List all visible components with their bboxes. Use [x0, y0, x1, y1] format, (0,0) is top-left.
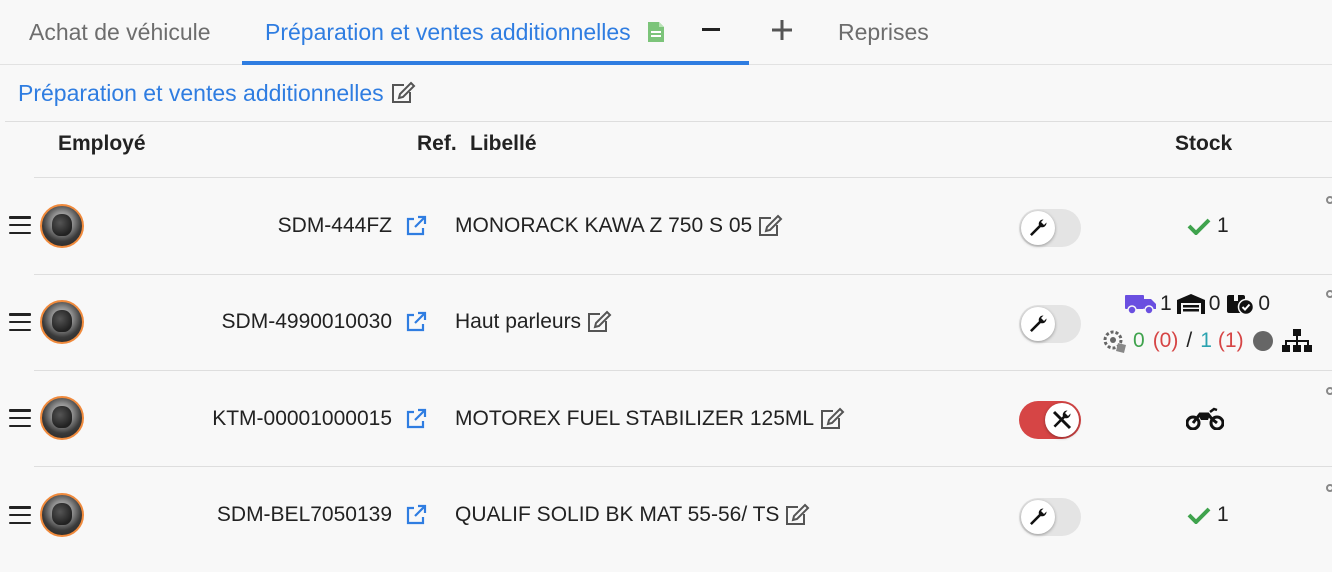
- table-row[interactable]: SDM-444FZ MONORACK KAWA Z 750 S 05 1: [0, 178, 1332, 275]
- drag-handle-icon[interactable]: [9, 506, 31, 524]
- workshop-toggle[interactable]: [1019, 401, 1081, 439]
- external-link-icon[interactable]: [405, 504, 427, 526]
- row-option-icon[interactable]: [1326, 290, 1332, 298]
- item-label[interactable]: MOTOREX FUEL STABILIZER 125ML: [455, 407, 845, 431]
- row-option-icon[interactable]: [1326, 196, 1332, 204]
- warehouse-icon: [1176, 293, 1206, 315]
- external-link-icon[interactable]: [405, 311, 427, 333]
- workshop-toggle[interactable]: [1019, 305, 1081, 343]
- stock-detail-bottom: 0 (0) / 1 (1): [1101, 328, 1312, 354]
- wrench-icon: [1021, 211, 1055, 245]
- tab-bar: Achat de véhicule Préparation et ventes …: [0, 0, 1332, 65]
- minus-icon[interactable]: [696, 14, 726, 46]
- gear-tag-icon: [1101, 328, 1129, 354]
- external-link-icon[interactable]: [405, 215, 427, 237]
- item-label-text: MOTOREX FUEL STABILIZER 125ML: [455, 407, 815, 430]
- item-ref: KTM-00001000015: [212, 407, 392, 430]
- column-header-label[interactable]: Libellé: [470, 132, 537, 156]
- active-tab-indicator: [242, 61, 749, 65]
- drag-handle-icon[interactable]: [9, 313, 31, 331]
- check-icon: [1187, 506, 1211, 524]
- motorcycle-icon: [1186, 406, 1224, 430]
- item-label[interactable]: Haut parleurs: [455, 310, 612, 334]
- stock-separator: /: [1186, 329, 1193, 352]
- item-label-text: MONORACK KAWA Z 750 S 05: [455, 214, 753, 237]
- section-title[interactable]: Préparation et ventes additionnelles: [18, 77, 416, 109]
- edit-icon[interactable]: [819, 407, 845, 431]
- avatar: [40, 300, 84, 344]
- item-label-text: QUALIF SOLID BK MAT 55-56/ TS: [455, 503, 780, 526]
- item-ref: SDM-4990010030: [221, 310, 392, 333]
- avatar: [40, 396, 84, 440]
- item-label[interactable]: MONORACK KAWA Z 750 S 05: [455, 214, 783, 238]
- column-header-stock[interactable]: Stock: [1175, 132, 1232, 156]
- hierarchy-icon[interactable]: [1281, 328, 1312, 354]
- edit-icon[interactable]: [757, 214, 783, 238]
- row-option-icon[interactable]: [1326, 484, 1332, 492]
- avatar: [40, 493, 84, 537]
- file-sheet-icon[interactable]: [647, 21, 665, 43]
- item-ref: SDM-BEL7050139: [216, 503, 392, 526]
- section-title-text: Préparation et ventes additionnelles: [18, 79, 384, 106]
- stock-ordered: 1: [1200, 329, 1212, 352]
- plus-icon[interactable]: [767, 14, 797, 46]
- stock-warehouse: 0: [1208, 292, 1221, 315]
- edit-icon[interactable]: [390, 81, 416, 105]
- wrench-icon: [1021, 307, 1055, 341]
- item-label[interactable]: QUALIF SOLID BK MAT 55-56/ TS: [455, 503, 810, 527]
- stock-detail-top: 1 0 0: [1125, 292, 1270, 316]
- tab-label: Préparation et ventes additionnelles: [265, 18, 631, 45]
- table-row[interactable]: SDM-4990010030 Haut parleurs 1 0 0 0 (0)…: [0, 274, 1332, 371]
- stock-quantity: 1: [1217, 214, 1229, 237]
- row-option-icon[interactable]: [1326, 387, 1332, 395]
- stock-incoming: 1: [1160, 292, 1172, 315]
- stock-cell: [1186, 406, 1224, 430]
- avatar: [40, 204, 84, 248]
- wrench-crossed-icon: [1045, 403, 1079, 437]
- stock-available-paren: (0): [1152, 329, 1179, 352]
- stock-cell: 1: [1187, 214, 1229, 238]
- table-row[interactable]: KTM-00001000015 MOTOREX FUEL STABILIZER …: [0, 370, 1332, 467]
- drag-handle-icon[interactable]: [9, 216, 31, 234]
- tab-preparation-ventes[interactable]: Préparation et ventes additionnelles: [265, 0, 665, 64]
- stock-ordered-paren: (1): [1217, 329, 1244, 352]
- drag-handle-icon[interactable]: [9, 409, 31, 427]
- box-check-icon: [1226, 293, 1255, 315]
- edit-icon[interactable]: [586, 310, 612, 334]
- tab-achat-vehicule[interactable]: Achat de véhicule: [29, 0, 211, 64]
- table-row[interactable]: SDM-BEL7050139 QUALIF SOLID BK MAT 55-56…: [0, 466, 1332, 562]
- truck-icon: [1125, 293, 1157, 315]
- check-icon: [1187, 217, 1211, 235]
- header-top-divider: [5, 121, 1332, 122]
- stock-quantity: 1: [1217, 503, 1229, 526]
- edit-icon[interactable]: [784, 503, 810, 527]
- wrench-icon: [1021, 500, 1055, 534]
- column-header-employee[interactable]: Employé: [58, 132, 146, 156]
- tab-reprises[interactable]: Reprises: [838, 0, 929, 64]
- item-ref: SDM-444FZ: [277, 214, 392, 237]
- external-link-icon[interactable]: [405, 408, 427, 430]
- workshop-toggle[interactable]: [1019, 498, 1081, 536]
- workshop-toggle[interactable]: [1019, 209, 1081, 247]
- stock-available: 0: [1133, 329, 1145, 352]
- column-header-ref[interactable]: Ref.: [417, 132, 457, 156]
- stock-reserved: 0: [1258, 292, 1271, 315]
- stock-cell: 1: [1187, 503, 1229, 527]
- item-label-text: Haut parleurs: [455, 310, 582, 333]
- circle-icon: [1252, 330, 1274, 352]
